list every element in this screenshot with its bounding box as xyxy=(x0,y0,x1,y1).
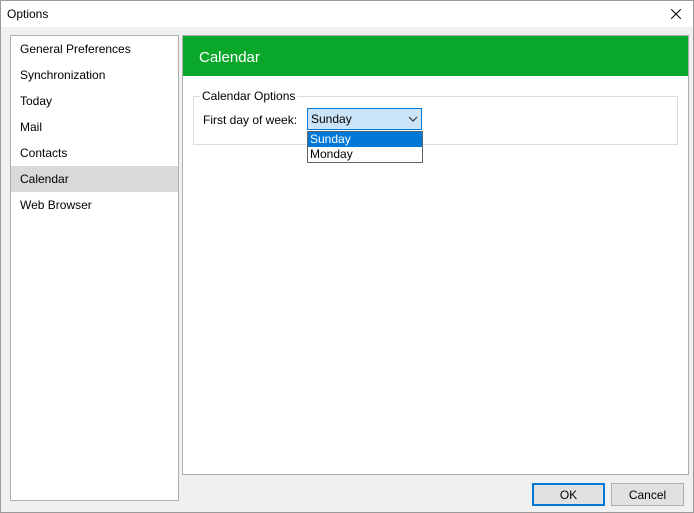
sidebar-item-web-browser[interactable]: Web Browser xyxy=(11,192,178,218)
cancel-button[interactable]: Cancel xyxy=(611,483,684,506)
title-bar: Options xyxy=(1,1,693,27)
panel-header: Calendar xyxy=(183,36,688,76)
ok-button[interactable]: OK xyxy=(532,483,605,506)
sidebar-item-today[interactable]: Today xyxy=(11,88,178,114)
options-window: Options General Preferences Synchronizat… xyxy=(0,0,694,513)
dropdown-option-sunday[interactable]: Sunday xyxy=(308,132,422,147)
first-day-value: Sunday xyxy=(311,112,352,126)
sidebar-item-synchronization[interactable]: Synchronization xyxy=(11,62,178,88)
settings-panel: Calendar Calendar Options First day of w… xyxy=(182,35,689,475)
first-day-combobox[interactable]: Sunday xyxy=(307,108,422,130)
sidebar-item-general-preferences[interactable]: General Preferences xyxy=(11,36,178,62)
sidebar-item-mail[interactable]: Mail xyxy=(11,114,178,140)
dropdown-option-monday[interactable]: Monday xyxy=(308,147,422,162)
sidebar-item-contacts[interactable]: Contacts xyxy=(11,140,178,166)
group-legend: Calendar Options xyxy=(200,89,298,103)
first-day-dropdown-list: Sunday Monday xyxy=(307,131,423,163)
close-button[interactable] xyxy=(659,1,693,27)
window-title: Options xyxy=(7,7,49,21)
sidebar-item-calendar[interactable]: Calendar xyxy=(11,166,178,192)
close-icon xyxy=(671,9,681,19)
panel-title: Calendar xyxy=(199,49,260,66)
calendar-options-group: Calendar Options First day of week: Sund… xyxy=(193,89,678,145)
first-day-label: First day of week: xyxy=(203,113,298,127)
chevron-down-icon xyxy=(408,116,418,122)
category-list: General Preferences Synchronization Toda… xyxy=(10,35,179,501)
